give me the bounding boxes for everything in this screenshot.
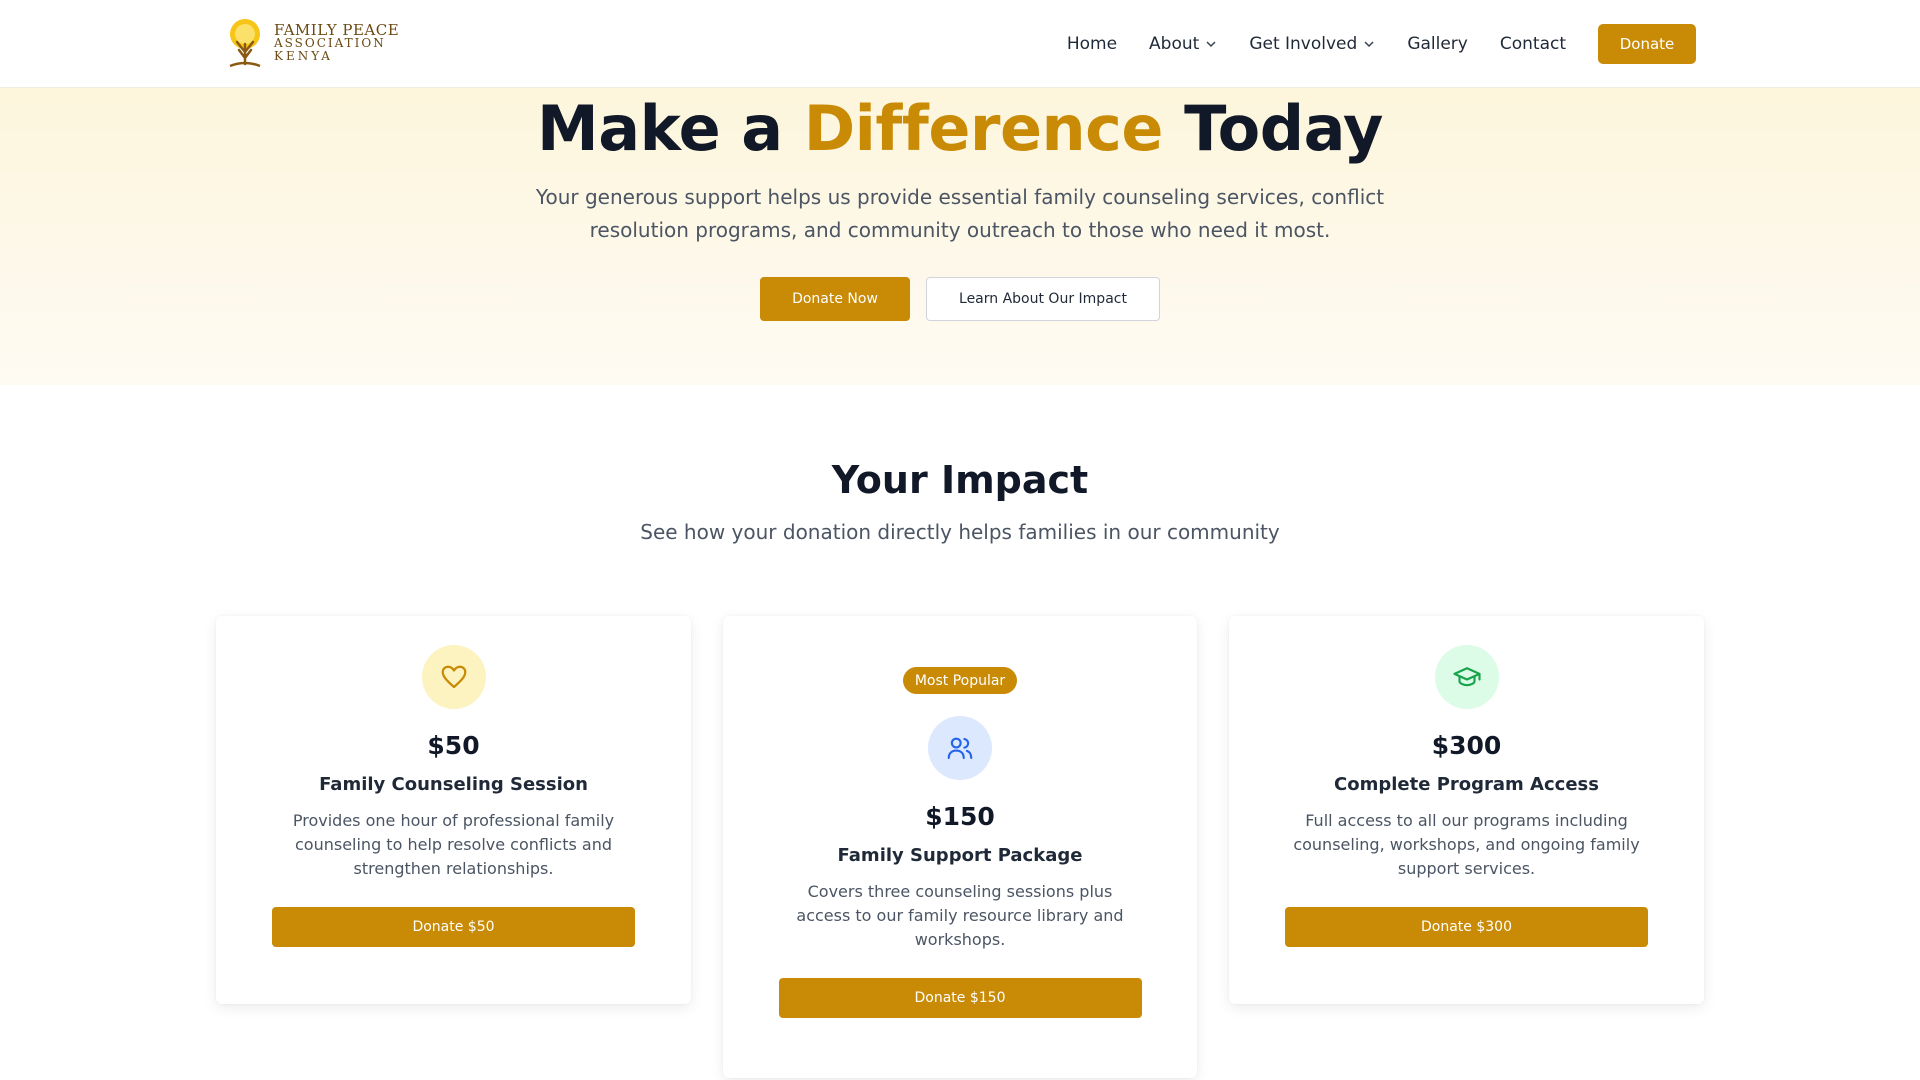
impact-card-150: Most Popular $150 Family Support Package… [723, 616, 1197, 1078]
nav-donate-button[interactable]: Donate [1598, 24, 1696, 64]
logo-line-2: ASSOCIATION [274, 35, 386, 50]
graduation-cap-icon-circle [1434, 645, 1499, 709]
donate-150-button[interactable]: Donate $150 [778, 978, 1142, 1018]
donate-now-button[interactable]: Donate Now [760, 277, 910, 321]
nav-about[interactable]: About [1149, 24, 1217, 64]
card-amount: $150 [925, 802, 995, 831]
nav-contact-label: Contact [1499, 34, 1566, 54]
card-amount: $300 [1431, 731, 1502, 760]
hero-title-part-2: Today [1162, 92, 1383, 165]
heart-icon [441, 665, 466, 689]
hero-section: Make a Difference Today Your generous su… [0, 88, 1920, 385]
nav-gallery[interactable]: Gallery [1407, 24, 1468, 64]
card-description: Full access to all our programs includin… [1293, 811, 1640, 878]
logo-text: FAMILY PEACE ASSOCIATION KENYA [274, 20, 400, 63]
impact-subtitle: See how your donation directly helps fam… [640, 520, 1280, 544]
nav-get-involved-label: Get Involved [1249, 34, 1358, 54]
donate-300-button[interactable]: Donate $300 [1285, 907, 1648, 947]
impact-card-50: $50 Family Counseling Session Provides o… [216, 616, 691, 1004]
card-amount: $50 [427, 731, 480, 760]
impact-title: Your Impact [831, 458, 1089, 502]
users-icon-circle [928, 716, 992, 780]
hero-title-part-1: Make a [537, 92, 804, 165]
card-description: Provides one hour of professional family… [292, 811, 615, 878]
card-title: Family Counseling Session [319, 774, 588, 795]
nav-home[interactable]: Home [1067, 24, 1117, 64]
learn-impact-button[interactable]: Learn About Our Impact [926, 277, 1160, 321]
card-title: Family Support Package [837, 845, 1083, 866]
chevron-down-icon [1206, 41, 1216, 48]
logo-tree-icon [229, 19, 261, 68]
hero-buttons: Donate Now Learn About Our Impact [0, 277, 1920, 321]
impact-card-300: $300 Complete Program Access Full access… [1229, 616, 1704, 1004]
hero-title: Make a Difference Today [0, 92, 1920, 165]
graduation-cap-icon [1452, 667, 1481, 687]
site-header: FAMILY PEACE ASSOCIATION KENYA Home Abou… [0, 0, 1920, 88]
logo-line-3: KENYA [274, 48, 333, 63]
heart-icon-circle [421, 645, 486, 709]
main-nav: Home About Get Involved Gallery Contact … [1067, 24, 1696, 64]
logo-line-1: FAMILY PEACE [274, 20, 400, 39]
nav-contact[interactable]: Contact [1500, 24, 1566, 64]
hero-title-highlight: Difference [803, 92, 1164, 165]
users-icon [947, 737, 973, 760]
nav-about-label: About [1149, 34, 1200, 54]
card-title: Complete Program Access [1334, 774, 1599, 795]
chevron-down-icon [1364, 41, 1374, 48]
site-logo[interactable]: FAMILY PEACE ASSOCIATION KENYA [224, 16, 399, 70]
nav-get-involved[interactable]: Get Involved [1249, 24, 1375, 64]
donate-50-button[interactable]: Donate $50 [272, 907, 635, 947]
most-popular-badge: Most Popular [902, 667, 1018, 694]
nav-gallery-label: Gallery [1407, 34, 1468, 54]
card-description: Covers three counseling sessions plus ac… [796, 882, 1124, 949]
hero-subtitle: Your generous support helps us provide e… [535, 185, 1385, 242]
nav-home-label: Home [1066, 34, 1118, 54]
